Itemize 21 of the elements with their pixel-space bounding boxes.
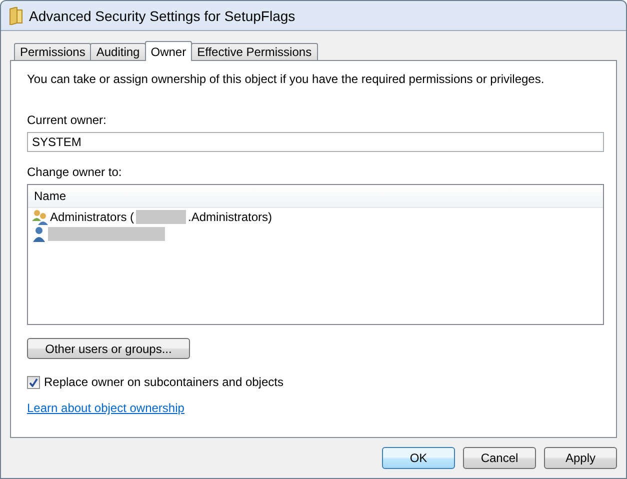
- tab[interactable]: Auditing: [90, 43, 146, 60]
- tab[interactable]: Effective Permissions: [191, 43, 318, 60]
- dialog-button[interactable]: Apply: [544, 447, 617, 469]
- checkbox-label: Replace owner on subcontainers and objects: [44, 375, 284, 389]
- dialog-button[interactable]: Cancel: [463, 447, 536, 469]
- intro-text: You can take or assign ownership of this object if you have the required permissions or privileges.: [27, 72, 546, 86]
- redacted-block: [136, 210, 186, 224]
- list-label: Change owner to:: [27, 165, 123, 179]
- help-link[interactable]: Learn about object ownership: [27, 401, 184, 415]
- tab[interactable]: Owner: [144, 41, 192, 61]
- user-icon: [32, 226, 46, 242]
- folder-icon: [9, 6, 23, 24]
- window-title: Advanced Security Settings for SetupFlags: [29, 8, 296, 24]
- field-label: Current owner:: [27, 113, 108, 127]
- other-users-button[interactable]: Other users or groups...: [27, 338, 190, 359]
- checkbox[interactable]: [27, 376, 40, 388]
- user-group-icon: [32, 208, 48, 224]
- current-owner-field[interactable]: SYSTEM: [27, 132, 604, 152]
- tab[interactable]: Permissions: [14, 43, 92, 60]
- owner-list-item[interactable]: Administrators ( .Administrators): [28, 208, 603, 225]
- dialog-button[interactable]: OK: [382, 447, 455, 469]
